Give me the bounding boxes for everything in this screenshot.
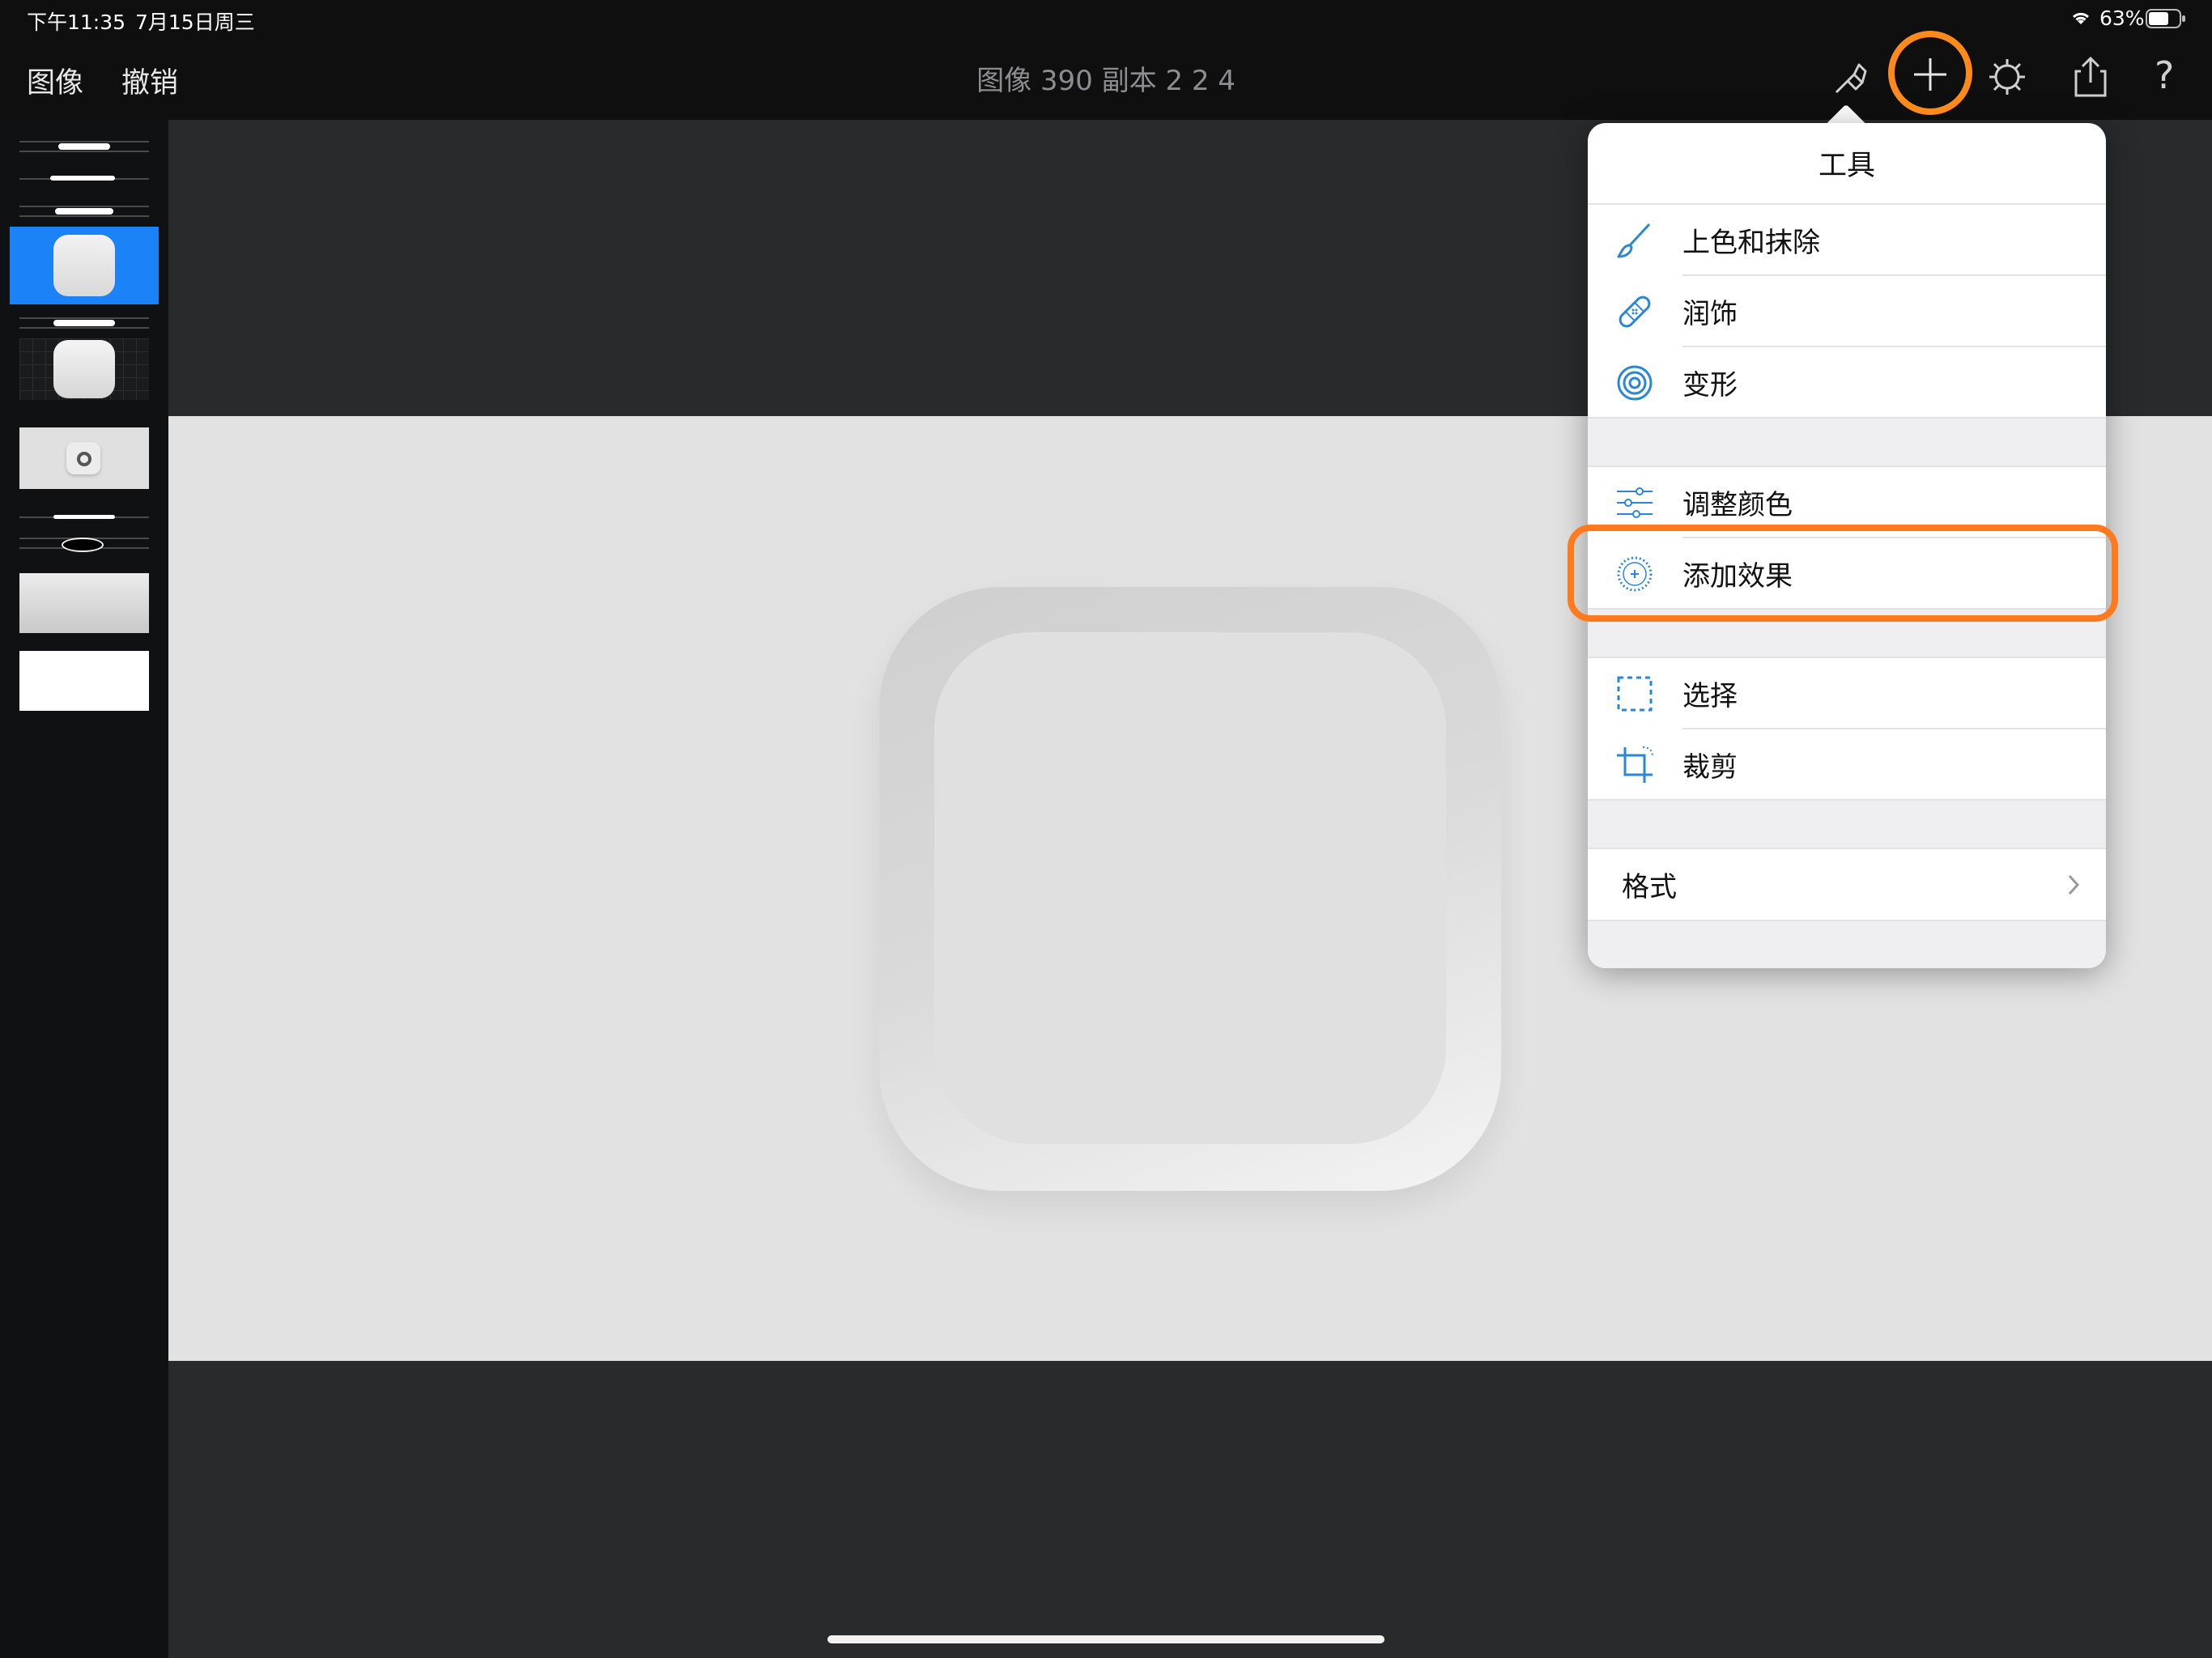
layer-thumb-selected[interactable] xyxy=(10,227,159,304)
layer-thumb[interactable] xyxy=(0,507,168,528)
layer-thumb[interactable] xyxy=(0,136,168,157)
add-effect-highlight xyxy=(1568,525,2118,622)
layer-thumb[interactable] xyxy=(19,338,149,400)
status-time: 下午11:35 xyxy=(27,11,126,34)
layer-thumb[interactable] xyxy=(0,312,168,334)
gear-icon[interactable] xyxy=(1987,57,2027,97)
menu-item-label: 裁剪 xyxy=(1682,751,1738,784)
layer-thumb[interactable] xyxy=(19,427,149,489)
menu-item-label: 变形 xyxy=(1682,369,1738,402)
spiral-icon xyxy=(1617,365,1653,401)
menu-item-paint-erase[interactable]: 上色和抹除 xyxy=(1588,204,2106,275)
brush-tools-icon[interactable] xyxy=(1830,58,1870,99)
selection-icon xyxy=(1617,676,1653,712)
layer-list xyxy=(0,120,168,727)
popover-title: 工具 xyxy=(1818,150,1875,182)
plus-button-highlight xyxy=(1888,31,1972,115)
menu-item-format[interactable]: 格式 xyxy=(1588,848,2106,920)
rounded-square-shape[interactable] xyxy=(879,587,1501,1191)
menu-item-label: 润饰 xyxy=(1682,298,1738,330)
inner-square-shape xyxy=(934,632,1446,1144)
menu-item-crop[interactable]: 裁剪 xyxy=(1588,729,2106,800)
layer-thumb[interactable] xyxy=(0,201,168,222)
layer-thumb[interactable] xyxy=(0,533,168,554)
wifi-icon xyxy=(2072,12,2090,24)
chevron-right-icon xyxy=(2068,874,2080,895)
menu-item-select[interactable]: 选择 xyxy=(1588,657,2106,729)
menu-item-distort[interactable]: 变形 xyxy=(1588,346,2106,418)
home-indicator xyxy=(827,1635,1385,1643)
menu-item-label: 调整颜色 xyxy=(1682,489,1793,521)
brush-icon xyxy=(1617,223,1651,258)
menu-item-retouch[interactable]: 润饰 xyxy=(1588,275,2106,346)
bandage-icon xyxy=(1619,295,1651,328)
layer-thumb[interactable] xyxy=(19,651,149,711)
menu-item-label: 格式 xyxy=(1622,871,1677,903)
sliders-icon xyxy=(1617,487,1653,518)
menu-item-label: 上色和抹除 xyxy=(1682,227,1820,259)
document-title: 图像 390 副本 2 2 4 xyxy=(976,65,1236,97)
menu-item-label: 选择 xyxy=(1682,680,1738,712)
crop-icon xyxy=(1617,746,1653,783)
layer-thumb[interactable] xyxy=(19,573,149,633)
battery-percent: 63% xyxy=(2099,6,2145,30)
share-icon[interactable] xyxy=(2073,55,2108,99)
layer-thumb[interactable] xyxy=(0,168,168,189)
battery-icon xyxy=(2146,9,2185,28)
help-icon[interactable]: ? xyxy=(2155,53,2174,97)
status-date: 7月15日周三 xyxy=(135,11,255,34)
